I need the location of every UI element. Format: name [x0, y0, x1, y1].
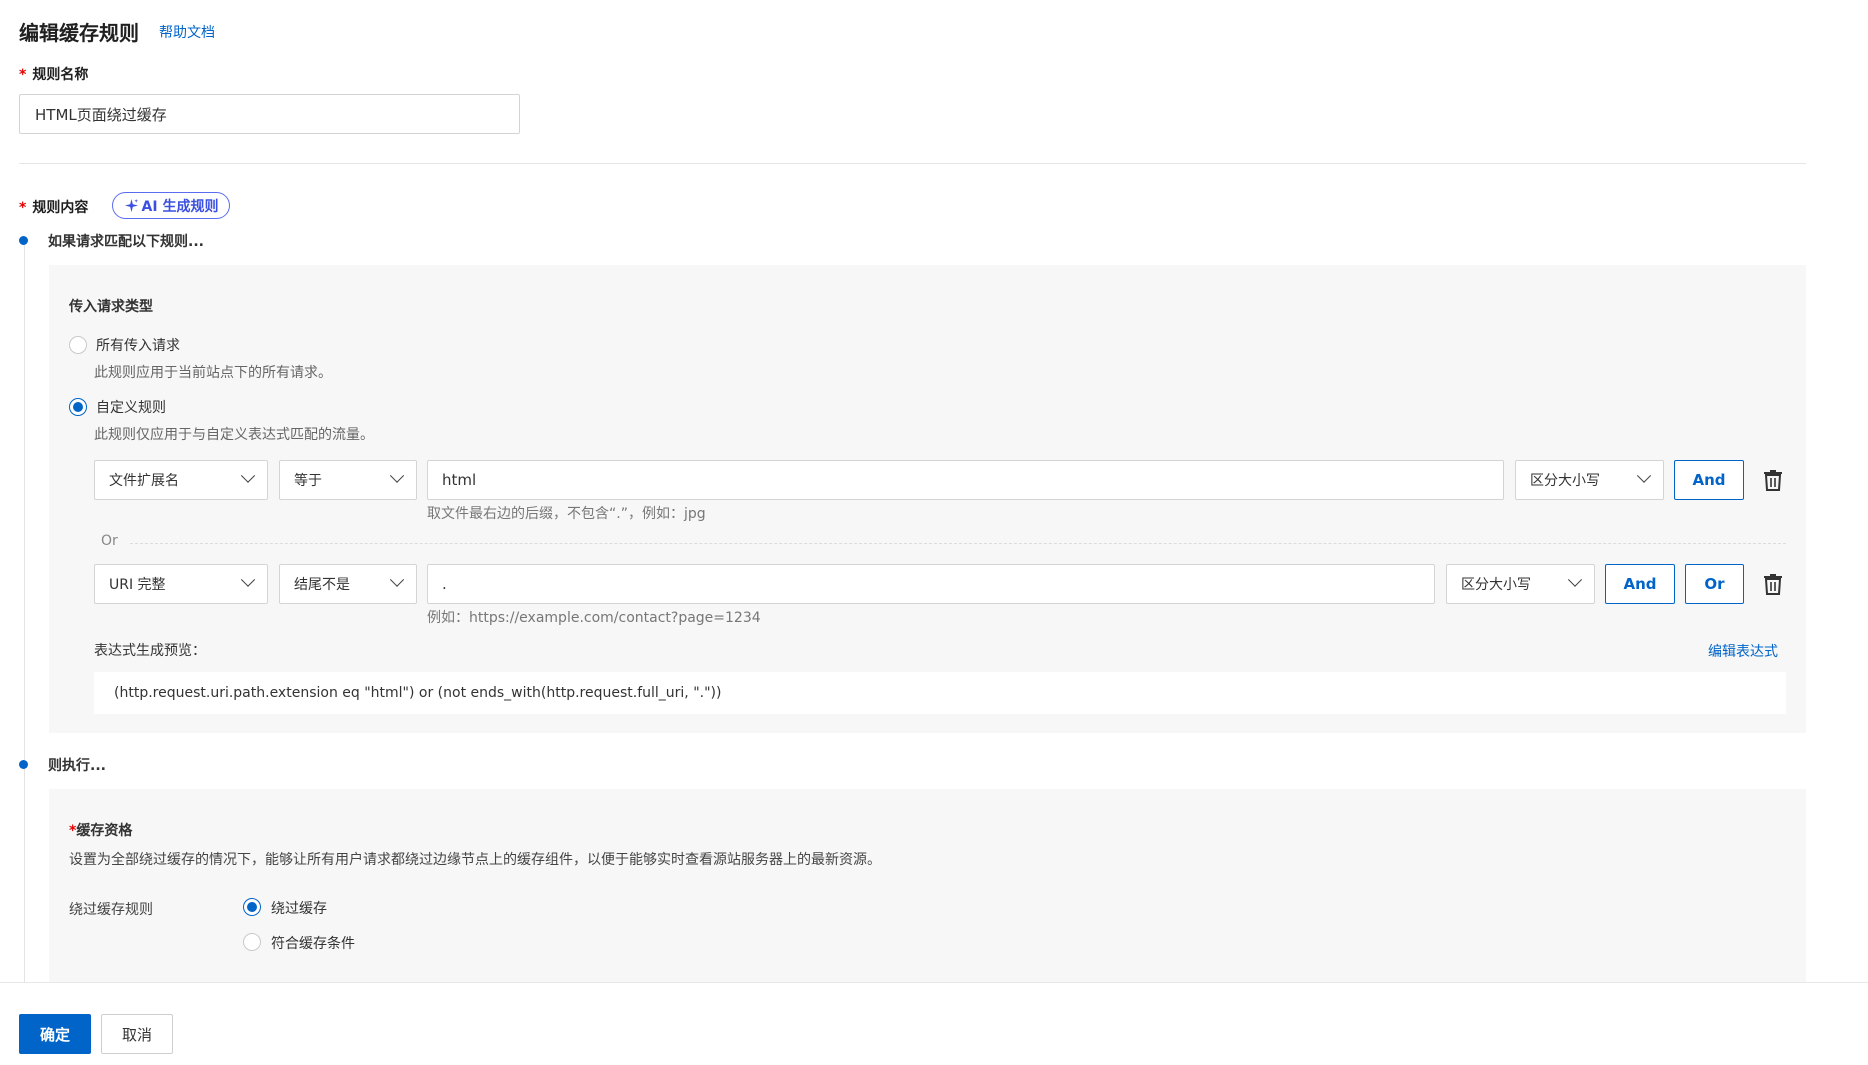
condition-2-case-value: 区分大小写 — [1461, 577, 1531, 593]
rule-name-input[interactable] — [19, 94, 520, 134]
condition-2-operator-select[interactable]: 结尾不是 — [279, 564, 417, 604]
confirm-button[interactable]: 确定 — [19, 1014, 91, 1054]
chevron-down-icon — [1567, 572, 1583, 587]
condition-2-hint: 例如：https://example.com/contact?page=1234 — [427, 610, 761, 626]
timeline-dot-then — [19, 760, 28, 769]
radio-bypass-cache[interactable] — [243, 898, 261, 916]
condition-2-case-select[interactable]: 区分大小写 — [1446, 564, 1595, 604]
condition-2-operator-value: 结尾不是 — [294, 577, 350, 593]
footer-bar — [0, 982, 1868, 1065]
expression-preview-box: (http.request.uri.path.extension eq "htm… — [94, 672, 1786, 714]
bypass-cache-rule-label: 绕过缓存规则 — [69, 902, 153, 918]
delete-icon[interactable] — [1763, 469, 1783, 491]
condition-2-and-button[interactable]: And — [1605, 564, 1675, 604]
chevron-down-icon — [240, 468, 256, 483]
condition-2-or-button[interactable]: Or — [1685, 564, 1744, 604]
cache-eligibility-title-text: 缓存资格 — [76, 823, 133, 839]
divider — [19, 163, 1806, 164]
condition-1-case-select[interactable]: 区分大小写 — [1515, 460, 1664, 500]
edit-expression-link[interactable]: 编辑表达式 — [1708, 641, 1778, 661]
condition-1-operator-value: 等于 — [294, 473, 322, 489]
option-custom-rule-label: 自定义规则 — [96, 400, 166, 416]
required-mark: * — [19, 200, 27, 216]
rule-name-label-text: 规则名称 — [32, 67, 89, 83]
rule-content-label-text: 规则内容 — [32, 200, 89, 216]
condition-2-value-input[interactable] — [427, 564, 1435, 604]
cancel-button[interactable]: 取消 — [101, 1014, 173, 1054]
chevron-down-icon — [389, 572, 405, 587]
then-actions-panel — [49, 789, 1806, 982]
page-title: 编辑缓存规则 — [19, 21, 139, 45]
option-eligible-for-cache-label: 符合缓存条件 — [271, 936, 355, 952]
if-section-label: 如果请求匹配以下规则... — [48, 234, 204, 250]
delete-icon[interactable] — [1763, 573, 1783, 595]
rule-name-label: * 规则名称 — [19, 64, 88, 84]
expression-preview-text: (http.request.uri.path.extension eq "htm… — [114, 685, 722, 701]
chevron-down-icon — [389, 468, 405, 483]
timeline-line — [24, 242, 25, 982]
condition-1-case-value: 区分大小写 — [1530, 473, 1600, 489]
help-docs-link[interactable]: 帮助文档 — [159, 22, 215, 42]
option-all-requests-label: 所有传入请求 — [96, 338, 180, 354]
required-mark: * — [19, 67, 27, 83]
expression-preview-label: 表达式生成预览： — [94, 643, 206, 659]
option-custom-rule-desc: 此规则仅应用于与自定义表达式匹配的流量。 — [94, 427, 374, 443]
condition-2-field-value: URI 完整 — [109, 577, 166, 593]
radio-eligible-for-cache[interactable] — [243, 933, 261, 951]
ai-generate-rule-button[interactable]: AI 生成规则 — [112, 192, 230, 219]
condition-1-value-input[interactable] — [427, 460, 1504, 500]
condition-1-field-select[interactable]: 文件扩展名 — [94, 460, 268, 500]
condition-1-operator-select[interactable]: 等于 — [279, 460, 417, 500]
rule-content-label: * 规则内容 — [19, 197, 88, 217]
radio-all-requests[interactable] — [69, 336, 87, 354]
condition-2-field-select[interactable]: URI 完整 — [94, 564, 268, 604]
cache-eligibility-title: *缓存资格 — [69, 820, 132, 840]
chevron-down-icon — [240, 572, 256, 587]
radio-custom-rule[interactable] — [69, 398, 87, 416]
ai-generate-rule-label: AI 生成规则 — [141, 198, 219, 215]
condition-1-field-value: 文件扩展名 — [109, 473, 179, 489]
option-bypass-cache-label: 绕过缓存 — [271, 901, 327, 917]
condition-1-and-button[interactable]: And — [1674, 460, 1744, 500]
sparkle-icon — [124, 198, 138, 213]
or-separator-label: Or — [101, 533, 118, 549]
option-all-requests-desc: 此规则应用于当前站点下的所有请求。 — [94, 365, 332, 381]
condition-1-hint: 取文件最右边的后缀，不包含“.”，例如：jpg — [427, 506, 706, 522]
request-type-title: 传入请求类型 — [69, 299, 153, 315]
chevron-down-icon — [1636, 468, 1652, 483]
or-separator-line — [130, 543, 1786, 544]
timeline-dot-if — [19, 236, 28, 245]
cache-eligibility-desc: 设置为全部绕过缓存的情况下，能够让所有用户请求都绕过边缘节点上的缓存组件，以便于… — [69, 852, 881, 868]
then-section-label: 则执行... — [48, 758, 106, 774]
